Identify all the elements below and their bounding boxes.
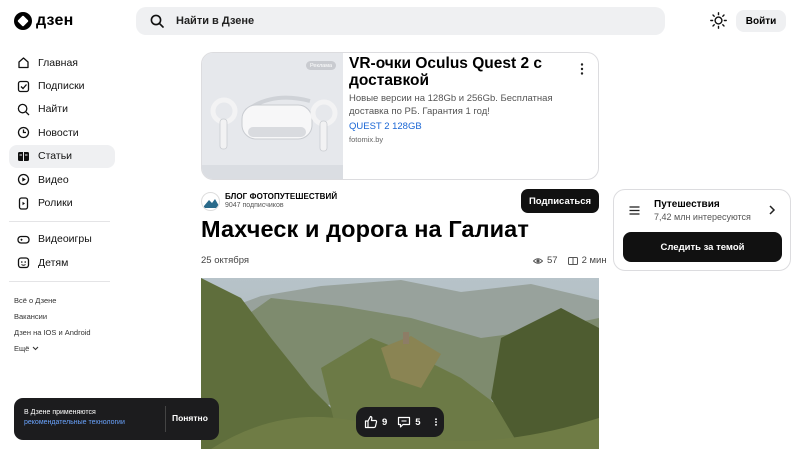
sidebar-item-home[interactable]: Главная bbox=[9, 51, 115, 74]
ad-card[interactable]: Реклама VR-очки Oculus Quest 2 с доставк… bbox=[201, 52, 599, 180]
likes-count: 9 bbox=[382, 416, 388, 428]
sidebar-divider bbox=[9, 220, 110, 222]
footer-link-apps[interactable]: Дзен на IOS и Android bbox=[14, 324, 91, 340]
topic-name[interactable]: Путешествия bbox=[654, 199, 720, 210]
more-label: Ещё bbox=[14, 344, 30, 354]
recommendation-notice-toast: В Дзене применяются рекомендательные тех… bbox=[14, 398, 219, 440]
toast-link[interactable]: рекомендательные технологии bbox=[24, 419, 125, 426]
sidebar-item-articles[interactable]: Статьи bbox=[9, 144, 115, 168]
dzen-logo[interactable]: дзен bbox=[14, 11, 73, 31]
eye-icon bbox=[533, 257, 543, 264]
sidebar-item-label: Подписки bbox=[38, 80, 85, 93]
search-input[interactable]: Найти в Дзене bbox=[136, 7, 665, 35]
ad-link[interactable]: QUEST 2 128GB bbox=[349, 121, 422, 132]
reactions-bar: 9 5 bbox=[356, 407, 444, 437]
search-icon bbox=[150, 14, 164, 28]
more-vertical-icon[interactable] bbox=[431, 415, 441, 429]
sidebar-item-shorts[interactable]: Ролики bbox=[9, 191, 115, 214]
ad-badge: Реклама bbox=[306, 61, 337, 70]
ad-image-vr-headset bbox=[202, 53, 343, 179]
search-icon bbox=[17, 103, 30, 116]
footer-link-jobs[interactable]: Вакансии bbox=[14, 308, 91, 324]
sidebar-item-videogames[interactable]: Видеоигры bbox=[9, 228, 115, 251]
comment-icon[interactable] bbox=[397, 415, 411, 429]
article-date: 25 октября bbox=[201, 255, 250, 266]
sidebar-item-label: Видео bbox=[38, 173, 69, 186]
chevron-down-icon bbox=[32, 346, 39, 351]
sidebar-divider bbox=[9, 280, 110, 282]
topic-card[interactable]: Путешествия 7,42 млн интересуются Следит… bbox=[613, 189, 791, 271]
home-icon bbox=[18, 57, 29, 69]
sidebar-item-search[interactable]: Найти bbox=[9, 98, 115, 121]
sidebar-item-subscriptions[interactable]: Подписки bbox=[9, 74, 115, 97]
sidebar-item-kids[interactable]: Детям bbox=[9, 251, 115, 274]
news-icon bbox=[17, 127, 30, 139]
dzen-logo-icon bbox=[14, 12, 32, 30]
sidebar-item-label: Статьи bbox=[38, 150, 73, 163]
sidebar-item-label: Видеоигры bbox=[38, 233, 92, 246]
theme-toggle-sun-icon[interactable] bbox=[710, 12, 727, 29]
book-icon bbox=[567, 256, 578, 265]
footer-links: Всё о Дзене Вакансии Дзен на IOS и Andro… bbox=[14, 292, 91, 357]
comments-count: 5 bbox=[415, 416, 421, 428]
subscribe-button[interactable]: Подписаться bbox=[521, 189, 599, 213]
channel-avatar[interactable] bbox=[201, 192, 220, 211]
ad-title[interactable]: VR-очки Oculus Quest 2 с доставкой bbox=[349, 55, 549, 89]
toast-divider bbox=[165, 406, 166, 432]
ad-domain: fotomix.by bbox=[349, 135, 384, 144]
articles-icon bbox=[18, 151, 29, 161]
sidebar-item-label: Главная bbox=[38, 56, 78, 69]
sidebar-item-video[interactable]: Видео bbox=[9, 168, 115, 191]
menu-icon bbox=[629, 206, 640, 215]
sidebar-item-label: Найти bbox=[38, 103, 68, 116]
sidebar-nav: Главная Подписки Найти Новости Статьи Ви… bbox=[9, 51, 115, 288]
subscriptions-icon bbox=[17, 80, 30, 92]
toast-text: В Дзене применяются bbox=[24, 409, 96, 416]
like-icon[interactable] bbox=[364, 415, 378, 429]
sidebar-item-news[interactable]: Новости bbox=[9, 121, 115, 144]
article-stats: 57 2 мин bbox=[533, 255, 607, 266]
video-icon bbox=[17, 173, 30, 186]
read-time: 2 мин bbox=[581, 255, 607, 266]
login-button[interactable]: Войти bbox=[736, 10, 786, 32]
logo-text: дзен bbox=[36, 12, 74, 29]
sidebar-item-label: Новости bbox=[38, 126, 79, 139]
chevron-right-icon[interactable] bbox=[768, 205, 776, 215]
sidebar-item-label: Детям bbox=[38, 256, 69, 269]
sidebar-item-label: Ролики bbox=[38, 197, 73, 210]
kids-icon bbox=[17, 257, 30, 269]
footer-link-about[interactable]: Всё о Дзене bbox=[14, 292, 91, 308]
ad-text: Новые версии на 128Gb и 256Gb. Бесплатна… bbox=[349, 93, 553, 117]
more-vertical-icon[interactable] bbox=[577, 62, 587, 76]
article-title: Махческ и дорога на Галиат bbox=[201, 216, 529, 242]
follow-topic-button[interactable]: Следить за темой bbox=[623, 232, 782, 262]
views-count: 57 bbox=[547, 255, 558, 266]
toast-ok-button[interactable]: Понятно bbox=[172, 413, 208, 423]
footer-link-more[interactable]: Ещё bbox=[14, 341, 91, 357]
channel-subscribers: 9047 подписчиков bbox=[225, 202, 284, 209]
search-placeholder: Найти в Дзене bbox=[176, 15, 255, 27]
shorts-icon bbox=[18, 196, 29, 210]
gamepad-icon bbox=[17, 235, 30, 244]
channel-name[interactable]: БЛОГ ФОТОПУТЕШЕСТВИЙ bbox=[225, 192, 337, 201]
topic-interested: 7,42 млн интересуются bbox=[654, 212, 751, 222]
